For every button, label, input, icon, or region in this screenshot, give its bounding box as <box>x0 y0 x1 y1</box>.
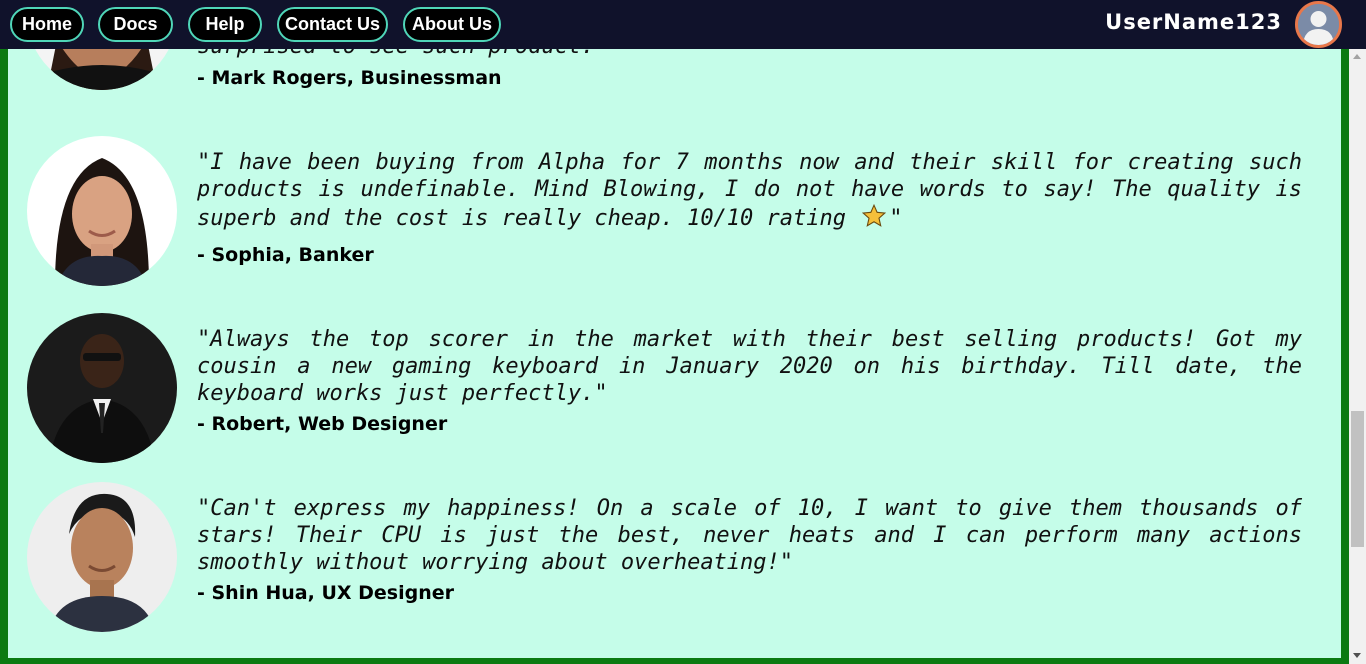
testimonial-author: - Sophia, Banker <box>197 244 374 266</box>
testimonials-panel: surprised to see such product." - Mark R… <box>8 0 1341 658</box>
avatar-shin-hua <box>27 482 177 632</box>
username-label[interactable]: UserName123 <box>1105 10 1282 34</box>
avatar-robert <box>27 313 177 463</box>
avatar-sophia <box>27 136 177 286</box>
scroll-thumb[interactable] <box>1351 411 1364 547</box>
user-avatar[interactable] <box>1295 1 1342 48</box>
nav-home-button[interactable]: Home <box>10 7 84 42</box>
testimonial-card: "I have been buying from Alpha for 7 mon… <box>27 136 1317 286</box>
nav-contact-us-button[interactable]: Contact Us <box>277 7 388 42</box>
top-nav-bar: Home Docs Help Contact Us About Us UserN… <box>0 0 1366 49</box>
testimonial-card: "Always the top scorer in the market wit… <box>27 313 1317 463</box>
nav-about-us-button[interactable]: About Us <box>403 7 501 42</box>
testimonial-author: - Shin Hua, UX Designer <box>197 582 455 604</box>
testimonial-card: "Can't express my happiness! On a scale … <box>27 482 1317 632</box>
testimonial-author: - Mark Rogers, Businessman <box>197 67 502 89</box>
star-icon <box>862 203 887 227</box>
testimonial-quote-text: "I have been buying from Alpha for 7 mon… <box>197 150 1302 231</box>
testimonial-quote-close: " <box>889 206 903 231</box>
testimonial-quote: "I have been buying from Alpha for 7 mon… <box>197 149 1302 232</box>
user-silhouette-icon <box>1298 4 1339 45</box>
scroll-down-arrow[interactable] <box>1353 653 1361 658</box>
scroll-up-arrow[interactable] <box>1353 54 1361 59</box>
testimonial-author: - Robert, Web Designer <box>197 413 448 435</box>
testimonial-quote: "Always the top scorer in the market wit… <box>197 327 1302 406</box>
nav-help-button[interactable]: Help <box>188 7 262 42</box>
testimonial-quote: "Can't express my happiness! On a scale … <box>197 496 1302 575</box>
nav-docs-button[interactable]: Docs <box>98 7 173 42</box>
vertical-scrollbar[interactable] <box>1349 49 1366 664</box>
